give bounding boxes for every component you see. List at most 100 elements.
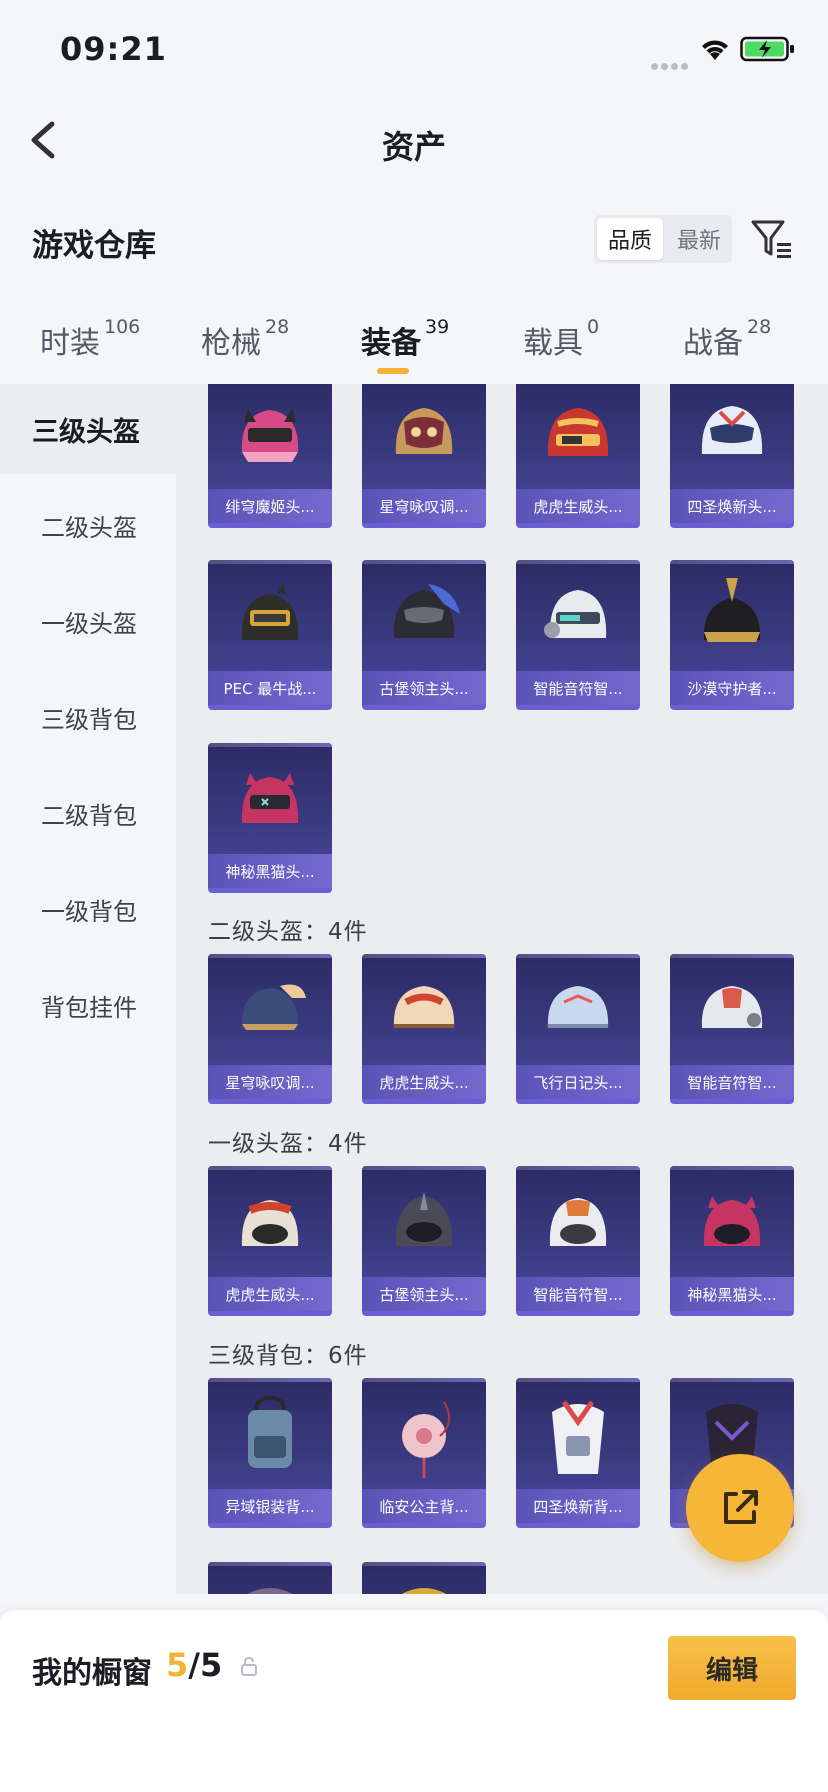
item-name: 智能音符智... <box>516 671 640 705</box>
helmet-icon <box>241 984 306 1030</box>
helmet-icon <box>547 408 609 456</box>
active-tab-indicator <box>377 368 409 374</box>
sidebar-item-lvl1-backpack[interactable]: 一级背包 <box>0 864 176 954</box>
item-name: 绯穹魔姬头... <box>208 489 332 523</box>
filter-icon[interactable] <box>750 218 794 260</box>
helmet-icon <box>547 986 609 1028</box>
sidebar-item-lvl3-backpack[interactable]: 三级背包 <box>0 672 176 762</box>
section-title-lvl1-helmet: 一级头盔：4件 <box>208 1131 368 1157</box>
item-name: 智能音符智... <box>670 1065 794 1099</box>
item-name: 四圣焕新头... <box>670 489 794 523</box>
tab-fashion[interactable]: 时装 106 <box>40 316 141 362</box>
item-card[interactable]: 星穹咏叹调... <box>362 384 486 528</box>
backpack-icon <box>248 1395 292 1468</box>
helmet-icon <box>701 406 763 454</box>
item-name: 飞行日记头... <box>516 1065 640 1099</box>
tab-count: 39 <box>425 316 450 338</box>
item-card[interactable]: 星穹咏叹调... <box>208 954 332 1104</box>
tab-combat-gear[interactable]: 战备 28 <box>683 316 772 362</box>
item-card[interactable]: 虎虎生威头... <box>208 1166 332 1316</box>
item-name: 虎虎生威头... <box>208 1277 332 1311</box>
tab-firearms[interactable]: 枪械 28 <box>201 316 290 362</box>
item-card[interactable] <box>208 1562 332 1594</box>
sidebar-item-backpack-charm[interactable]: 背包挂件 <box>0 960 176 1050</box>
item-card[interactable]: 智能音符智... <box>516 560 640 710</box>
item-name: 临安公主背... <box>362 1489 486 1523</box>
item-card[interactable]: 临安公主背... <box>362 1378 486 1528</box>
item-card[interactable] <box>362 1562 486 1594</box>
helmet-icon <box>393 986 455 1028</box>
tab-label: 枪械 <box>201 326 261 361</box>
item-card[interactable]: 飞行日记头... <box>516 954 640 1104</box>
tab-count: 28 <box>747 316 772 338</box>
item-card[interactable]: 四圣焕新头... <box>670 384 794 528</box>
item-name: 古堡领主头... <box>362 1277 486 1311</box>
item-card[interactable]: 虎虎生威头... <box>362 954 486 1104</box>
tab-label: 战备 <box>683 326 743 361</box>
item-name: 异域银装背... <box>208 1489 332 1523</box>
helmet-icon <box>395 1192 453 1246</box>
wifi-icon <box>702 40 728 60</box>
section-title-lvl3-backpack: 三级背包：6件 <box>208 1343 368 1369</box>
tab-label: 装备 <box>361 326 421 361</box>
item-card[interactable]: 四圣焕新背... <box>516 1378 640 1528</box>
item-card[interactable]: 沙漠守护者... <box>670 560 794 710</box>
item-card[interactable]: 异域银装背... <box>208 1378 332 1528</box>
backpack-icon <box>247 1588 293 1594</box>
item-card[interactable]: 古堡领主头... <box>362 1166 486 1316</box>
item-name: 星穹咏叹调... <box>362 489 486 523</box>
lock-icon <box>241 1656 257 1676</box>
edit-button[interactable]: 编辑 <box>668 1636 796 1700</box>
sidebar-item-lvl2-helmet[interactable]: 二级头盔 <box>0 480 176 570</box>
item-card[interactable]: 智能音符智... <box>670 954 794 1104</box>
item-card[interactable]: 虎虎生威头... <box>516 384 640 528</box>
tab-equipment[interactable]: 装备 39 <box>361 316 450 362</box>
tab-count: 106 <box>104 316 141 338</box>
category-tabs: 时装 106 枪械 28 装备 39 载具 0 战备 28 <box>0 300 828 380</box>
tab-count: 0 <box>587 316 600 338</box>
showcase-count-separator: / <box>188 1646 200 1684</box>
helmet-icon <box>703 578 761 642</box>
item-name: 智能音符智... <box>516 1277 640 1311</box>
backpack-icon <box>401 1588 447 1594</box>
showcase-count: 5/5 <box>166 1646 222 1684</box>
item-name: 虎虎生威头... <box>516 489 640 523</box>
item-card[interactable]: 神秘黑猫头... <box>670 1166 794 1316</box>
page-title: 资产 <box>381 128 446 166</box>
item-name: 神秘黑猫头... <box>670 1277 794 1311</box>
helmet-icon <box>544 590 607 638</box>
item-name: 古堡领主头... <box>362 671 486 705</box>
backpack-icon <box>552 1400 604 1474</box>
sort-quality-option[interactable]: 品质 <box>597 218 663 260</box>
sidebar-item-lvl3-helmet[interactable]: 三级头盔 <box>0 384 176 474</box>
showcase-count-current: 5 <box>166 1646 189 1684</box>
sort-toggle: 品质 最新 <box>594 215 732 263</box>
helmet-icon <box>549 1198 607 1246</box>
item-card[interactable]: 古堡领主头... <box>362 560 486 710</box>
status-bar: 09:21 <box>0 0 828 100</box>
helmet-icon <box>701 986 763 1028</box>
showcase-bar: 我的橱窗 5/5 编辑 <box>0 1610 828 1792</box>
tab-vehicles[interactable]: 载具 0 <box>523 316 600 362</box>
tab-label: 载具 <box>523 326 583 361</box>
section-title-lvl2-helmet: 二级头盔：4件 <box>208 919 368 945</box>
warehouse-title: 游戏仓库 <box>32 228 156 264</box>
item-card[interactable]: 绯穹魔姬头... <box>208 384 332 528</box>
sidebar: 三级头盔 二级头盔 一级头盔 三级背包 二级背包 一级背包 背包挂件 <box>0 384 176 1594</box>
sidebar-item-lvl2-backpack[interactable]: 二级背包 <box>0 768 176 858</box>
share-button[interactable] <box>686 1454 794 1562</box>
share-icon <box>724 1490 758 1524</box>
helmet-icon <box>393 584 460 638</box>
item-card[interactable]: 智能音符智... <box>516 1166 640 1316</box>
helmet-icon <box>241 1200 299 1246</box>
sidebar-item-lvl1-helmet[interactable]: 一级头盔 <box>0 576 176 666</box>
item-name: 星穹咏叹调... <box>208 1065 332 1099</box>
showcase-count-total: 5 <box>199 1646 223 1684</box>
showcase-label: 我的橱窗 <box>32 1656 152 1691</box>
tab-count: 28 <box>265 316 290 338</box>
sort-newest-option[interactable]: 最新 <box>666 215 732 263</box>
item-card[interactable]: PEC 最牛战... <box>208 560 332 710</box>
item-card[interactable]: 神秘黑猫头... <box>208 743 332 893</box>
helmet-icon <box>241 408 299 462</box>
status-time: 09:21 <box>60 30 167 68</box>
